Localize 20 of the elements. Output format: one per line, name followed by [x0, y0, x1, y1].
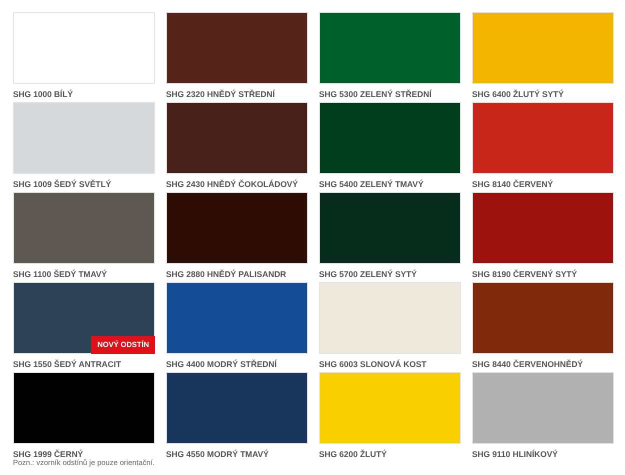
swatch-label: SHG 4550 MODRÝ TMAVÝ [166, 448, 269, 460]
swatch-label: SHG 4400 MODRÝ STŘEDNÍ [166, 358, 277, 370]
swatch-label: SHG 5700 ZELENÝ SYTÝ [319, 268, 417, 280]
swatch-label: SHG 1550 ŠEDÝ ANTRACIT [13, 358, 122, 370]
swatch-label: SHG 2430 HNĚDÝ ČOKOLÁDOVÝ [166, 178, 298, 190]
swatch-label: SHG 6003 SLONOVÁ KOST [319, 358, 426, 370]
swatch-label: SHG 6200 ŽLUTÝ [319, 448, 387, 460]
swatch-label: SHG 8440 ČERVENOHNĚDÝ [472, 358, 583, 370]
swatch-label: SHG 2880 HNĚDÝ PALISANDR [166, 268, 286, 280]
swatch-label: SHG 5300 ZELENÝ STŘEDNÍ [319, 88, 432, 100]
swatch-label: SHG 6400 ŽLUTÝ SYTÝ [472, 88, 564, 100]
swatch-label: SHG 8190 ČERVENÝ SYTÝ [472, 268, 577, 280]
swatch-label: SHG 5400 ZELENÝ TMAVÝ [319, 178, 424, 190]
swatch-label: SHG 1000 BÍLÝ [13, 88, 73, 100]
swatch-label: SHG 1100 ŠEDÝ TMAVÝ [13, 268, 107, 280]
swatch-label: SHG 9110 HLINÍKOVÝ [472, 448, 558, 460]
swatch-label: SHG 1999 ČERNÝ [13, 448, 84, 459]
swatch-label: SHG 2320 HNĚDÝ STŘEDNÍ [166, 88, 275, 100]
swatch-label: SHG 8140 ČERVENÝ [472, 178, 554, 190]
swatch-label: SHG 1009 ŠEDÝ SVĚTLÝ [13, 178, 112, 190]
